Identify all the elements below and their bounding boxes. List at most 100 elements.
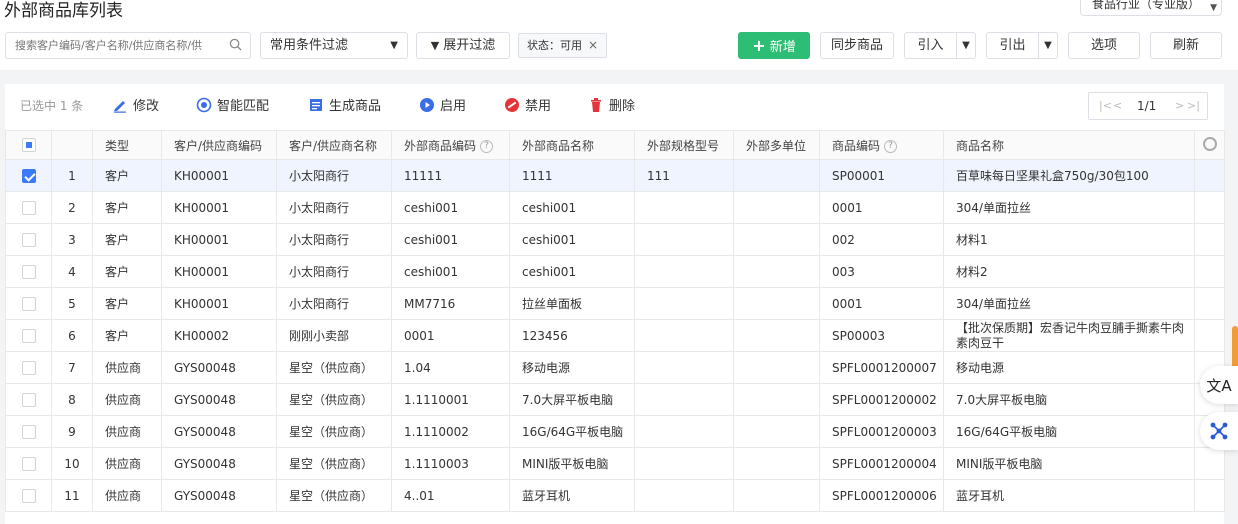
table-row[interactable]: 4 客户 KH00001 小太阳商行 ceshi001 ceshi001 003 材料2 [5,255,1225,288]
row-checkbox[interactable] [21,168,36,183]
column-header[interactable]: 商品编码? [819,130,944,160]
table-row[interactable]: 9 供应商 GYS00048 星空（供应商） 1.1110002 16G/64G平板电脑 S… [5,415,1225,448]
table-row[interactable]: 6 客户 KH00002 刚刚小卖部 0001 123456 SP00003 【批次保质期】宏… [5,319,1225,352]
table-header-row: 类型 客户/供应商编码 客户/供应商名称 外部商品编码? 外部商品名称 外部规格… [5,130,1225,160]
table-row[interactable]: 7 供应商 GYS00048 星空（供应商） 1.04 移动电源 SPFL000120000… [5,351,1225,384]
table-cell: 客户 [92,255,162,288]
export-button[interactable]: 引出 ▼ [986,32,1058,59]
chevron-down-icon[interactable]: ▼ [956,33,975,58]
table-cell: ceshi001 [391,191,510,224]
row-checkbox[interactable] [21,296,36,311]
column-settings-cell[interactable] [1194,130,1225,160]
options-button[interactable]: 选项 [1068,32,1140,59]
table-cell: 4..01 [391,479,510,512]
row-select-cell[interactable] [5,223,52,256]
column-header[interactable]: 商品名称 [943,130,1195,160]
table-cell [733,191,820,224]
row-checkbox[interactable] [21,328,36,343]
close-icon[interactable]: × [588,38,598,52]
row-index: 6 [51,319,93,352]
search-icon[interactable] [229,38,242,51]
table-cell: 0001 [391,319,510,352]
table-body: 1 客户 KH00001 小太阳商行 11111 1111 111 SP00001 百草味每日坚… [5,159,1225,512]
column-header[interactable]: 类型 [92,130,162,160]
table-cell [634,415,734,448]
row-checkbox[interactable] [21,488,36,503]
table-cell [634,191,734,224]
disable-button[interactable]: 禁用 [504,95,551,114]
column-header[interactable]: 外部商品名称 [509,130,635,160]
row-select-cell[interactable] [5,447,52,480]
row-select-cell[interactable] [5,415,52,448]
table-cell: SPFL0001200002 [819,383,944,416]
table-row[interactable]: 8 供应商 GYS00048 星空（供应商） 1.1110001 7.0大屏平板电脑 SPF… [5,383,1225,416]
refresh-button[interactable]: 刷新 [1150,32,1222,59]
generate-product-button[interactable]: 生成商品 [308,95,381,114]
row-index: 2 [51,191,93,224]
smart-match-button[interactable]: 智能匹配 [196,95,269,114]
select-all-checkbox[interactable] [21,138,36,153]
expand-filter-button[interactable]: ▼ 展开过滤 [416,32,510,59]
row-checkbox[interactable] [21,392,36,407]
row-select-cell[interactable] [5,319,52,352]
industry-selector[interactable]: 食品行业（专业版） ▼ [1080,0,1222,16]
import-button[interactable]: 引入 ▼ [904,32,976,59]
row-checkbox[interactable] [21,264,36,279]
enable-button[interactable]: 启用 [419,95,466,114]
add-button[interactable]: + 新增 [738,32,810,59]
row-checkbox[interactable] [21,424,36,439]
table-cell: 客户 [92,287,162,320]
sync-products-button[interactable]: 同步商品 [820,32,894,59]
column-header[interactable]: 外部规格型号 [634,130,734,160]
edit-button[interactable]: 修改 [112,95,159,114]
row-select-cell[interactable] [5,383,52,416]
table-cell [634,319,734,352]
table-cell: KH00001 [161,159,277,192]
row-checkbox[interactable] [21,232,36,247]
table-cell: KH00001 [161,287,277,320]
table-row[interactable]: 3 客户 KH00001 小太阳商行 ceshi001 ceshi001 002 材料1 [5,223,1225,256]
preset-filter-select[interactable]: 常用条件过滤 ▼ [260,32,408,59]
import-label: 引入 [917,38,944,53]
column-header[interactable]: 外部多单位 [733,130,820,160]
translate-button[interactable]: 文A [1200,366,1238,404]
help-icon[interactable]: ? [884,139,898,153]
row-select-cell[interactable] [5,159,52,192]
status-filter-tag[interactable]: 状态：可用 × [518,33,608,58]
first-page-icon[interactable]: |< [1099,93,1112,119]
prev-page-icon[interactable]: < [1113,93,1122,119]
selected-count: 已选中 1 条 [20,99,84,113]
search-input[interactable] [6,33,220,58]
row-select-cell[interactable] [5,351,52,384]
row-checkbox[interactable] [21,360,36,375]
table-cell: SPFL0001200006 [819,479,944,512]
network-button[interactable] [1200,412,1238,450]
chevron-down-icon: ▼ [1210,3,1217,13]
column-header[interactable]: 客户/供应商名称 [276,130,392,160]
table-cell: MM7716 [391,287,510,320]
delete-button[interactable]: 删除 [588,95,635,114]
last-page-icon[interactable]: >| [1187,93,1200,119]
row-index: 11 [51,479,93,512]
search-box[interactable] [5,32,251,59]
row-select-cell[interactable] [5,479,52,512]
table-row[interactable]: 11 供应商 GYS00048 星空（供应商） 4..01 蓝牙耳机 SPFL0001200… [5,479,1225,512]
select-all-cell[interactable] [5,130,52,160]
column-header[interactable]: 客户/供应商编码 [161,130,277,160]
row-select-cell[interactable] [5,287,52,320]
table-row[interactable]: 2 客户 KH00001 小太阳商行 ceshi001 ceshi001 0001 304/单… [5,191,1225,224]
row-checkbox[interactable] [21,200,36,215]
table-row[interactable]: 1 客户 KH00001 小太阳商行 11111 1111 111 SP00001 百草味每日坚… [5,159,1225,192]
table-row[interactable]: 5 客户 KH00001 小太阳商行 MM7716 拉丝单面板 0001 304/单面拉丝 [5,287,1225,320]
table-row[interactable]: 10 供应商 GYS00048 星空（供应商） 1.1110003 MINI版平板电脑 SP… [5,447,1225,480]
row-checkbox[interactable] [21,456,36,471]
row-select-cell[interactable] [5,191,52,224]
next-page-icon[interactable]: > [1175,93,1184,119]
chevron-down-icon[interactable]: ▼ [1038,33,1057,58]
table-cell: SP00003 [819,319,944,352]
column-header[interactable]: 外部商品编码? [391,130,510,160]
gear-icon[interactable] [1202,136,1217,151]
table-cell: 小太阳商行 [276,223,392,256]
help-icon[interactable]: ? [480,139,494,153]
row-select-cell[interactable] [5,255,52,288]
